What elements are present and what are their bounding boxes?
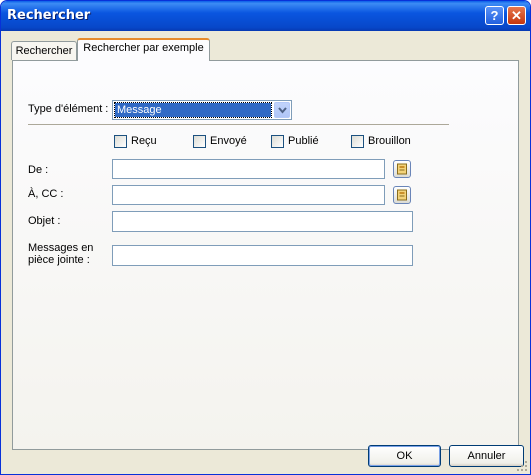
tab-rechercher-par-exemple[interactable]: Rechercher par exemple: [77, 38, 210, 61]
checkbox-label: Envoyé: [210, 135, 247, 147]
ok-button[interactable]: OK: [368, 445, 441, 467]
cancel-button[interactable]: Annuler: [449, 445, 524, 467]
close-button[interactable]: ✕: [507, 6, 526, 25]
help-button[interactable]: ?: [485, 6, 504, 25]
item-type-selected-value: Message: [114, 102, 272, 118]
chevron-down-icon[interactable]: [274, 102, 290, 118]
tab-rechercher[interactable]: Rechercher: [11, 41, 77, 60]
window-title: Rechercher: [7, 8, 91, 23]
attachments-label-line1: Messages en: [28, 242, 94, 254]
address-book-icon[interactable]: [393, 186, 411, 204]
subject-label: Objet :: [28, 215, 61, 227]
subject-field[interactable]: [112, 211, 413, 232]
dialog-body: Rechercher Rechercher par exemple Type d…: [4, 31, 527, 471]
from-field[interactable]: [112, 159, 385, 179]
search-dialog: Rechercher ? ✕ Rechercher Rechercher par…: [0, 0, 531, 475]
attachments-field[interactable]: [112, 245, 413, 266]
item-type-select[interactable]: Message: [112, 100, 292, 120]
tab-panel: Type d'élément : Message Reçu Envoyé Pub…: [12, 60, 519, 450]
resize-grip-icon[interactable]: [517, 461, 528, 472]
separator: [28, 124, 449, 125]
checkbox-label: Brouillon: [368, 135, 411, 147]
checkbox-box[interactable]: [271, 135, 284, 148]
address-book-icon[interactable]: [393, 160, 411, 178]
to-cc-label: À, CC :: [28, 188, 64, 200]
from-label: De :: [28, 164, 49, 176]
checkbox-box[interactable]: [351, 135, 364, 148]
attachments-label-line2: pièce jointe :: [28, 254, 90, 266]
checkbox-label: Publié: [288, 135, 319, 147]
checkbox-box[interactable]: [114, 135, 127, 148]
item-type-label: Type d'élément :: [28, 103, 109, 115]
to-cc-field[interactable]: [112, 185, 385, 205]
checkbox-box[interactable]: [193, 135, 206, 148]
title-bar[interactable]: Rechercher ? ✕: [1, 1, 530, 31]
checkbox-label: Reçu: [131, 135, 157, 147]
